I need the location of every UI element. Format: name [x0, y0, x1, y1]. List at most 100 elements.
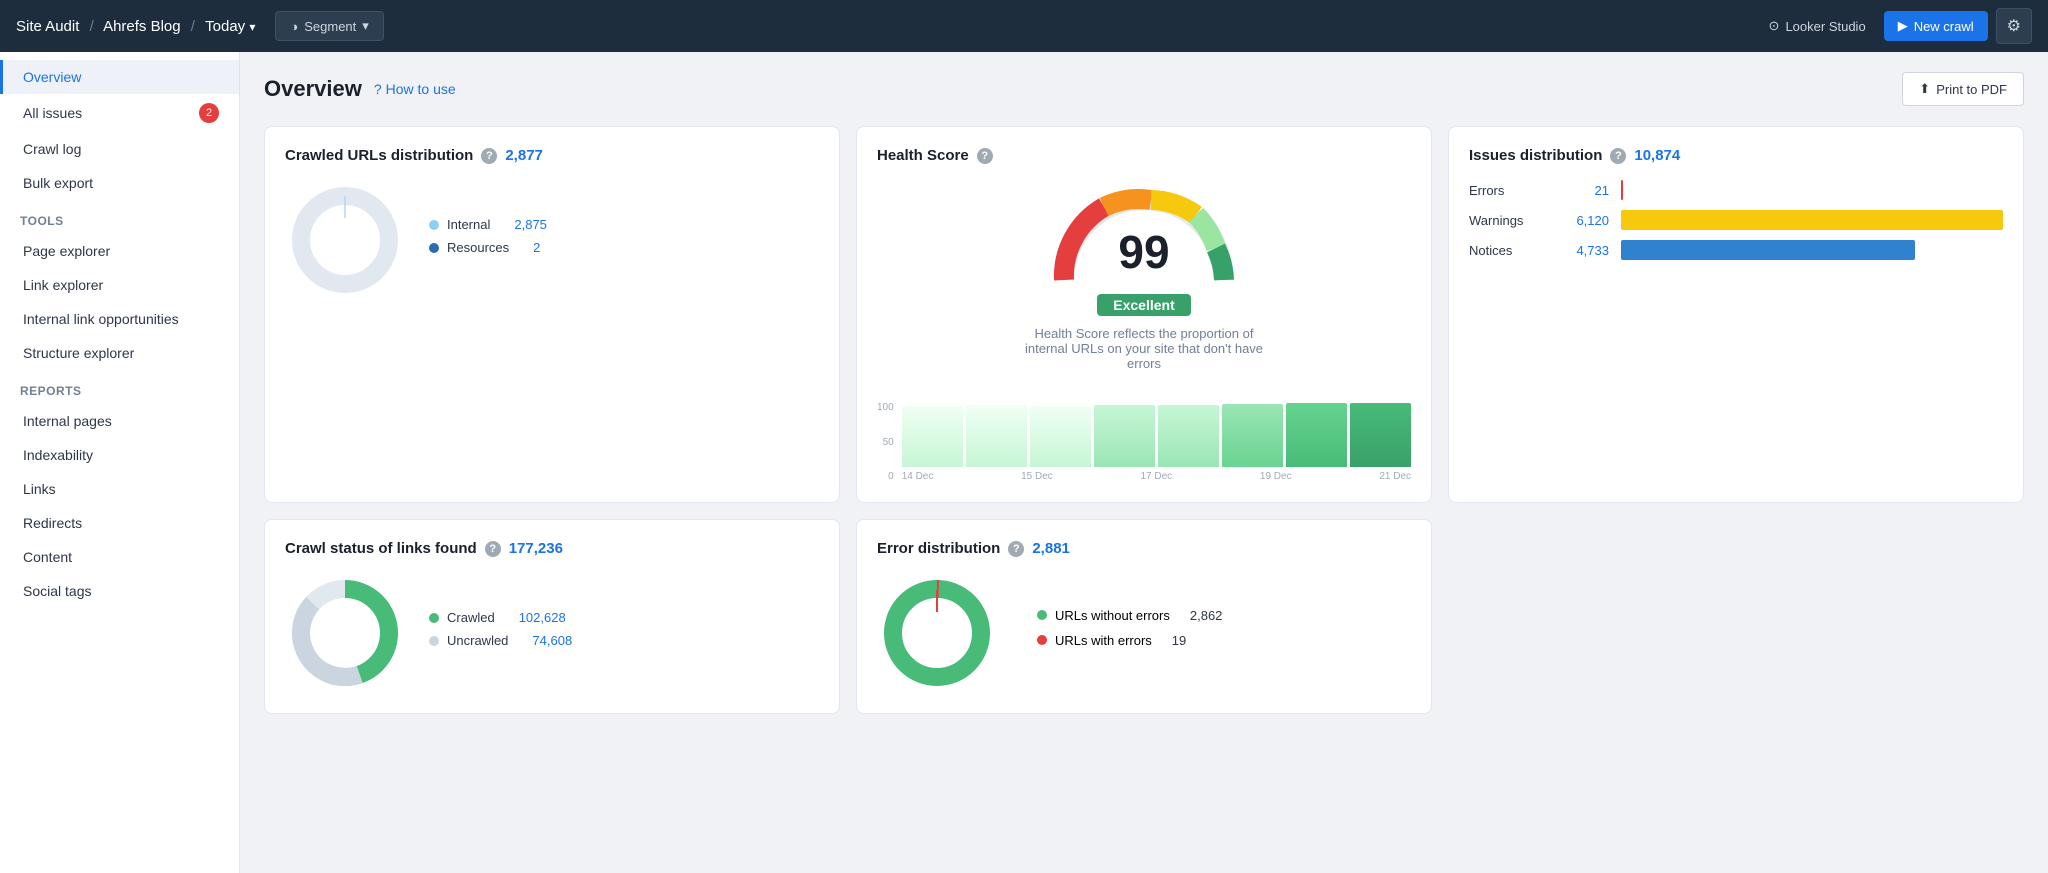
- sidebar-item-label: Overview: [23, 69, 81, 85]
- axis-100: 100: [877, 402, 894, 413]
- all-issues-badge: 2: [199, 103, 219, 123]
- issues-dist-title: Issues distribution ? 10,874: [1469, 147, 2003, 164]
- health-badge: Excellent: [1097, 294, 1190, 316]
- resources-value: 2: [533, 240, 540, 255]
- history-bar-0: [902, 406, 963, 467]
- resources-label: Resources: [447, 240, 509, 255]
- sidebar-item-label: Crawl log: [23, 141, 81, 157]
- new-crawl-button[interactable]: ▶ New crawl: [1884, 11, 1988, 41]
- crawled-dot: [429, 613, 439, 623]
- history-bar-6: [1286, 403, 1347, 467]
- history-label-3: 19 Dec: [1260, 471, 1292, 482]
- layout: Overview All issues 2 Crawl log Bulk exp…: [0, 52, 2048, 873]
- error-dist-help-icon[interactable]: ?: [1008, 541, 1024, 557]
- sidebar-item-internal-link-opp[interactable]: Internal link opportunities: [0, 302, 239, 336]
- sidebar-item-indexability[interactable]: Indexability: [0, 438, 239, 472]
- internal-legend: Internal 2,875: [429, 217, 547, 232]
- how-to-use-label: How to use: [386, 81, 456, 97]
- crawled-value: 102,628: [519, 610, 566, 625]
- issues-dist-card: Issues distribution ? 10,874 Errors 21 W…: [1448, 126, 2024, 503]
- tools-section-label: Tools: [0, 200, 239, 234]
- sidebar-item-structure-explorer[interactable]: Structure explorer: [0, 336, 239, 370]
- sidebar-item-content[interactable]: Content: [0, 540, 239, 574]
- error-dist-total: 2,881: [1032, 540, 1070, 557]
- main-content: Overview ? How to use ⬆ Print to PDF Cra…: [240, 52, 2048, 873]
- sidebar-item-social-tags[interactable]: Social tags: [0, 574, 239, 608]
- segment-label: Segment: [304, 19, 356, 34]
- crawl-status-donut: [285, 573, 405, 693]
- page-title: Overview: [264, 76, 362, 102]
- history-label-2: 17 Dec: [1141, 471, 1173, 482]
- resources-dot: [429, 243, 439, 253]
- sidebar-item-label: Redirects: [23, 515, 82, 531]
- how-to-use-button[interactable]: ? How to use: [374, 81, 456, 97]
- sidebar-item-label: Social tags: [23, 583, 91, 599]
- crawled-urls-help-icon[interactable]: ?: [481, 148, 497, 164]
- error-dist-label: Error distribution: [877, 540, 1000, 557]
- sidebar: Overview All issues 2 Crawl log Bulk exp…: [0, 52, 240, 873]
- new-crawl-label: New crawl: [1914, 19, 1974, 34]
- health-score-title: Health Score ?: [877, 147, 1411, 164]
- sidebar-item-link-explorer[interactable]: Link explorer: [0, 268, 239, 302]
- crawled-urls-total: 2,877: [505, 147, 543, 164]
- sidebar-item-bulk-export[interactable]: Bulk export: [0, 166, 239, 200]
- gauge-svg: 99: [1044, 180, 1244, 290]
- sidebar-item-page-explorer[interactable]: Page explorer: [0, 234, 239, 268]
- crawled-urls-title: Crawled URLs distribution ? 2,877: [285, 147, 819, 164]
- breadcrumb: Site Audit / Ahrefs Blog / Today ▾: [16, 18, 255, 35]
- settings-button[interactable]: ⚙: [1996, 8, 2032, 44]
- history-bar-1: [966, 405, 1027, 467]
- history-label-1: 15 Dec: [1021, 471, 1053, 482]
- with-errors-dot: [1037, 635, 1047, 645]
- no-errors-value: 2,862: [1190, 608, 1223, 623]
- sidebar-item-crawl-log[interactable]: Crawl log: [0, 132, 239, 166]
- uncrawled-dot: [429, 636, 439, 646]
- sidebar-item-label: Structure explorer: [23, 345, 134, 361]
- with-errors-label: URLs with errors: [1055, 633, 1152, 648]
- no-errors-label: URLs without errors: [1055, 608, 1170, 623]
- history-bar-5: [1222, 404, 1283, 467]
- health-history-chart: 100 50 0: [877, 387, 1411, 482]
- sidebar-item-label: Content: [23, 549, 72, 565]
- internal-value: 2,875: [514, 217, 547, 232]
- warnings-row: Warnings 6,120: [1469, 210, 2003, 230]
- svg-text:99: 99: [1118, 226, 1169, 278]
- history-bar-3: [1094, 405, 1155, 467]
- play-icon: ▶: [1898, 18, 1908, 34]
- no-errors-dot: [1037, 610, 1047, 620]
- issues-dist-total: 10,874: [1634, 147, 1680, 164]
- warnings-bar: [1621, 210, 2003, 230]
- looker-studio-button[interactable]: ⊙ Looker Studio: [1759, 12, 1876, 40]
- sidebar-item-links[interactable]: Links: [0, 472, 239, 506]
- topbar: Site Audit / Ahrefs Blog / Today ▾ ◑ Seg…: [0, 0, 2048, 52]
- sidebar-item-overview[interactable]: Overview: [0, 60, 239, 94]
- crawled-urls-label: Crawled URLs distribution: [285, 147, 473, 164]
- sidebar-item-internal-pages[interactable]: Internal pages: [0, 404, 239, 438]
- issues-dist-help-icon[interactable]: ?: [1610, 148, 1626, 164]
- health-gauge: 99: [1044, 180, 1244, 290]
- looker-icon: ⊙: [1769, 18, 1780, 34]
- errors-label: Errors: [1469, 183, 1549, 198]
- sidebar-item-label: Links: [23, 481, 56, 497]
- warnings-label: Warnings: [1469, 213, 1549, 228]
- issues-dist-label: Issues distribution: [1469, 147, 1602, 164]
- crawl-status-help-icon[interactable]: ?: [485, 541, 501, 557]
- project-name: Ahrefs Blog: [103, 18, 181, 35]
- sidebar-item-all-issues[interactable]: All issues 2: [0, 94, 239, 132]
- period-label: Today: [205, 18, 245, 35]
- axis-0: 0: [888, 471, 894, 482]
- sidebar-item-label: Link explorer: [23, 277, 103, 293]
- segment-button[interactable]: ◑ Segment ▾: [275, 11, 383, 41]
- sidebar-item-label: Indexability: [23, 447, 93, 463]
- crawl-status-card: Crawl status of links found ? 177,236: [264, 519, 840, 714]
- app-name: Site Audit: [16, 18, 79, 35]
- health-score-help-icon[interactable]: ?: [977, 148, 993, 164]
- question-icon: ?: [374, 81, 382, 97]
- sidebar-item-redirects[interactable]: Redirects: [0, 506, 239, 540]
- resources-legend: Resources 2: [429, 240, 547, 255]
- sidebar-item-label: Internal link opportunities: [23, 311, 179, 327]
- print-label: Print to PDF: [1936, 82, 2007, 97]
- history-bar-2: [1030, 406, 1091, 467]
- print-to-pdf-button[interactable]: ⬆ Print to PDF: [1902, 72, 2024, 106]
- error-dist-title: Error distribution ? 2,881: [877, 540, 1411, 557]
